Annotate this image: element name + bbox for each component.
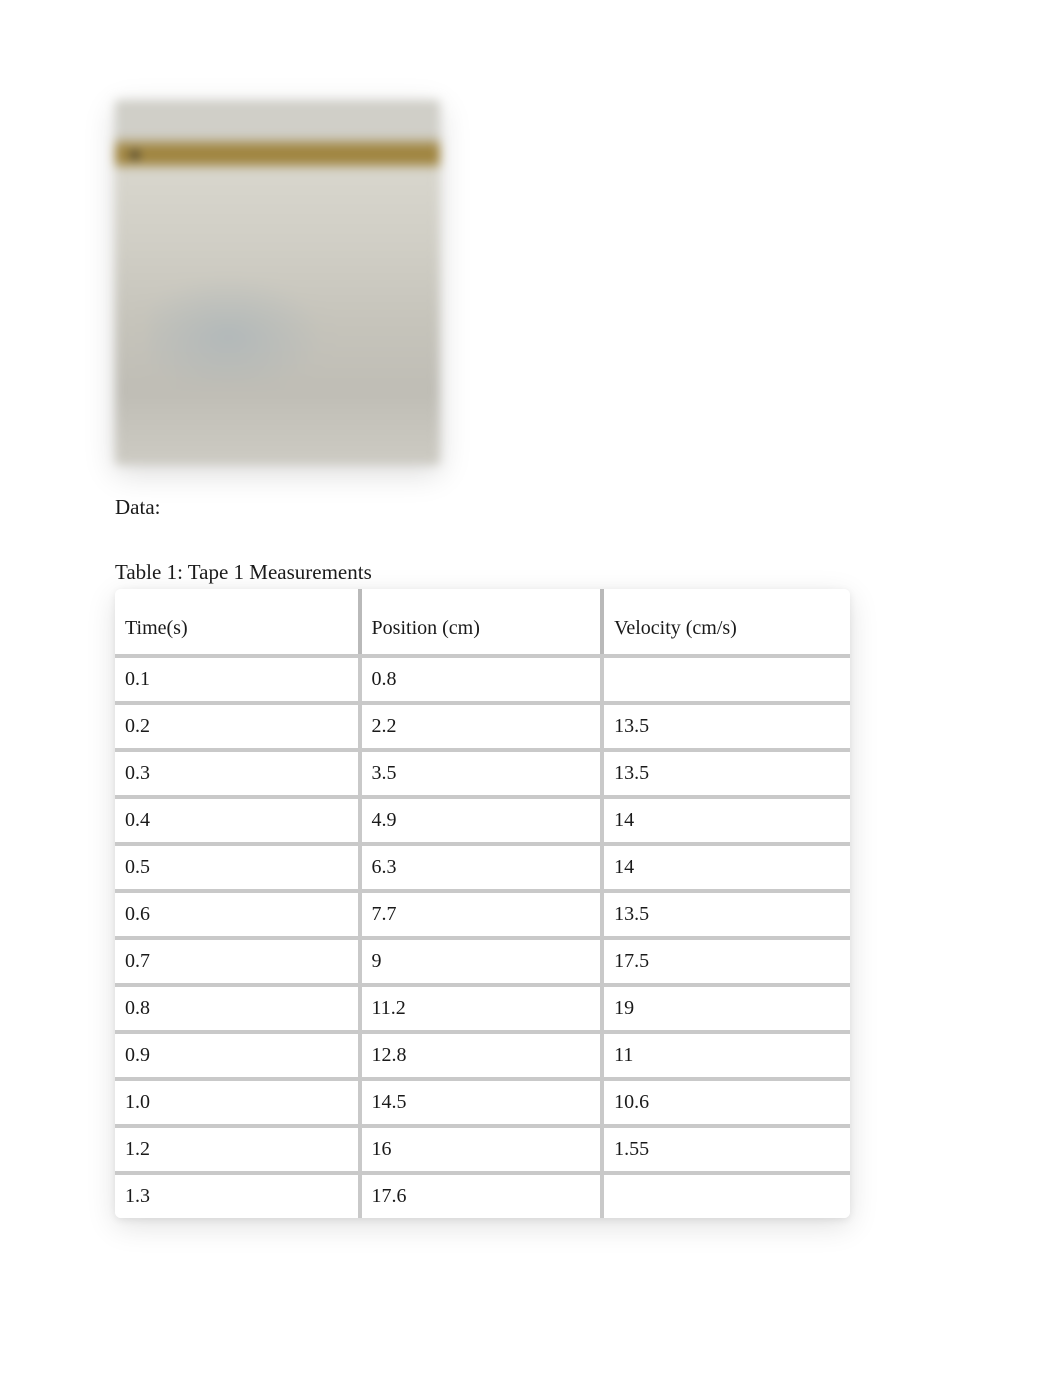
cell-velocity: 17.5: [600, 936, 850, 983]
table-row: 0.44.914: [115, 795, 850, 842]
table-caption: Table 1: Tape 1 Measurements: [115, 560, 947, 585]
table-row: 0.7917.5: [115, 936, 850, 983]
table-row: 1.317.6: [115, 1171, 850, 1218]
table-row: 0.33.513.5: [115, 748, 850, 795]
cell-velocity: [600, 654, 850, 701]
table-row: 0.22.213.5: [115, 701, 850, 748]
column-header-velocity: Velocity (cm/s): [600, 589, 850, 654]
cell-time: 0.9: [115, 1030, 358, 1077]
cell-position: 6.3: [358, 842, 601, 889]
cell-position: 9: [358, 936, 601, 983]
cell-time: 0.8: [115, 983, 358, 1030]
table-header-row: Time(s) Position (cm) Velocity (cm/s): [115, 589, 850, 654]
cell-position: 11.2: [358, 983, 601, 1030]
cell-time: 0.1: [115, 654, 358, 701]
cell-velocity: 13.5: [600, 748, 850, 795]
table-row: 0.67.713.5: [115, 889, 850, 936]
table-row: 1.2161.55: [115, 1124, 850, 1171]
cell-position: 3.5: [358, 748, 601, 795]
cell-velocity: 10.6: [600, 1077, 850, 1124]
table-row: 0.10.8: [115, 654, 850, 701]
cell-time: 0.5: [115, 842, 358, 889]
table-row: 0.912.811: [115, 1030, 850, 1077]
cell-position: 2.2: [358, 701, 601, 748]
cell-time: 0.2: [115, 701, 358, 748]
cell-time: 0.7: [115, 936, 358, 983]
cell-position: 17.6: [358, 1171, 601, 1218]
embedded-photo: [115, 100, 440, 465]
cell-velocity: 11: [600, 1030, 850, 1077]
table-row: 0.811.219: [115, 983, 850, 1030]
cell-velocity: 19: [600, 983, 850, 1030]
cell-velocity: 14: [600, 842, 850, 889]
cell-time: 1.3: [115, 1171, 358, 1218]
cell-velocity: 1.55: [600, 1124, 850, 1171]
table-row: 1.014.510.6: [115, 1077, 850, 1124]
cell-position: 16: [358, 1124, 601, 1171]
cell-velocity: 14: [600, 795, 850, 842]
cell-position: 12.8: [358, 1030, 601, 1077]
cell-velocity: [600, 1171, 850, 1218]
cell-position: 14.5: [358, 1077, 601, 1124]
cell-time: 1.0: [115, 1077, 358, 1124]
cell-velocity: 13.5: [600, 889, 850, 936]
measurements-table: Time(s) Position (cm) Velocity (cm/s) 0.…: [115, 589, 850, 1218]
column-header-position: Position (cm): [358, 589, 601, 654]
cell-velocity: 13.5: [600, 701, 850, 748]
table-row: 0.56.314: [115, 842, 850, 889]
cell-time: 0.4: [115, 795, 358, 842]
cell-time: 0.3: [115, 748, 358, 795]
cell-position: 4.9: [358, 795, 601, 842]
cell-time: 0.6: [115, 889, 358, 936]
cell-position: 7.7: [358, 889, 601, 936]
cell-time: 1.2: [115, 1124, 358, 1171]
cell-position: 0.8: [358, 654, 601, 701]
section-label-data: Data:: [115, 495, 947, 520]
column-header-time: Time(s): [115, 589, 358, 654]
